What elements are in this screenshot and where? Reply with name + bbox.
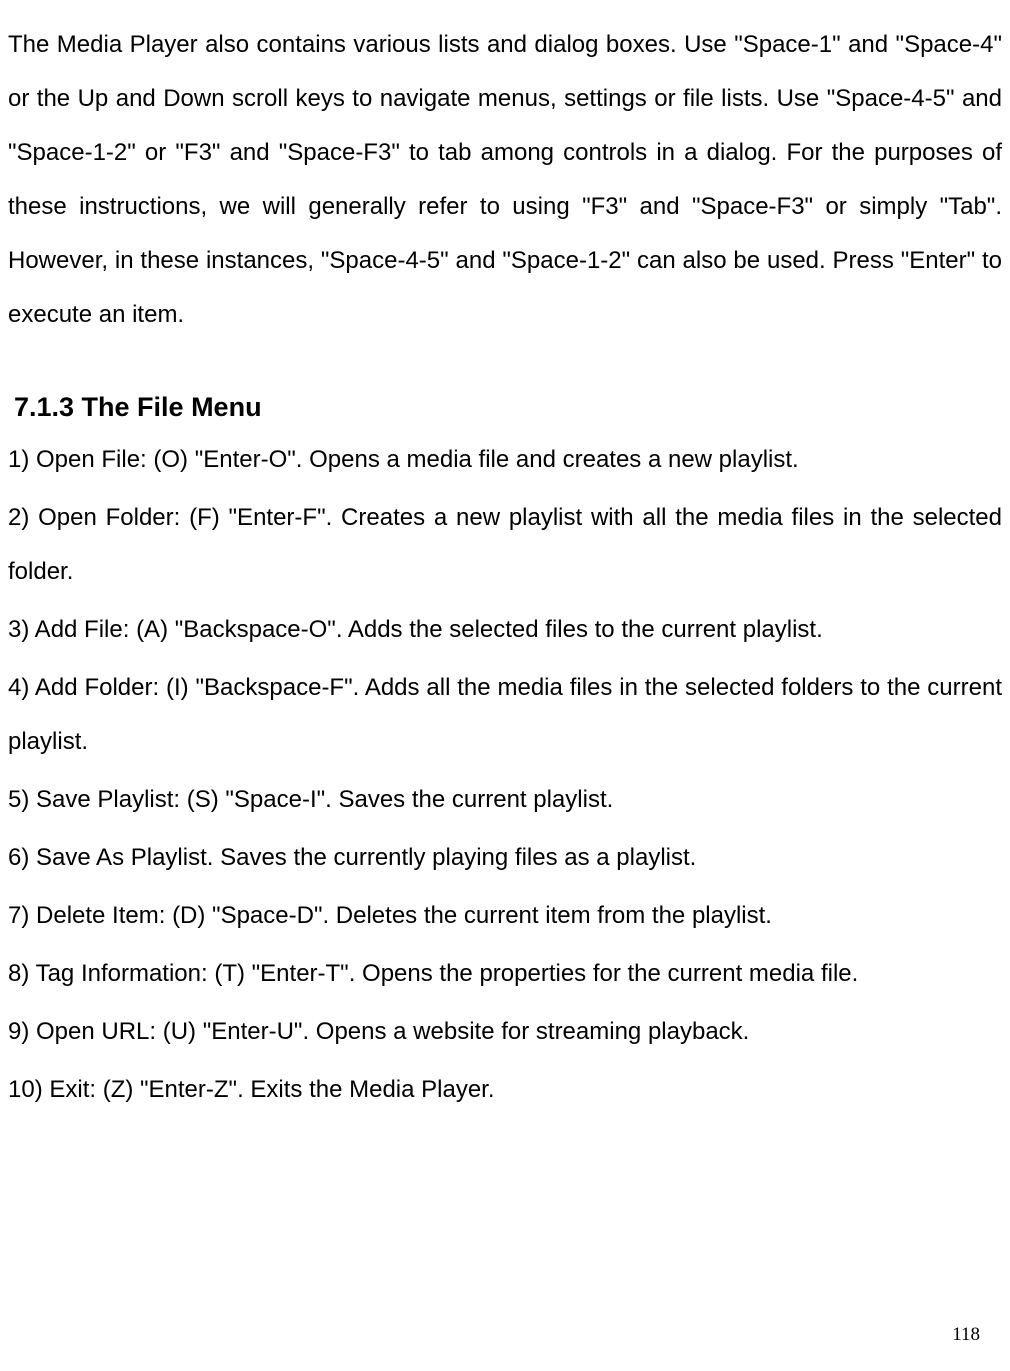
file-menu-item-2: 2) Open Folder: (F) "Enter-F". Creates a…: [8, 491, 1002, 599]
file-menu-item-6: 6) Save As Playlist. Saves the currently…: [8, 831, 1002, 885]
file-menu-item-1: 1) Open File: (O) "Enter-O". Opens a med…: [8, 433, 1002, 487]
file-menu-item-8: 8) Tag Information: (T) "Enter-T". Opens…: [8, 947, 1002, 1001]
file-menu-item-3: 3) Add File: (A) "Backspace-O". Adds the…: [8, 603, 1002, 657]
file-menu-item-9: 9) Open URL: (U) "Enter-U". Opens a webs…: [8, 1005, 1002, 1059]
section-heading: 7.1.3 The File Menu: [8, 392, 1002, 423]
file-menu-item-7: 7) Delete Item: (D) "Space-D". Deletes t…: [8, 889, 1002, 943]
file-menu-item-5: 5) Save Playlist: (S) "Space-I". Saves t…: [8, 773, 1002, 827]
page-number: 118: [952, 1324, 980, 1346]
file-menu-item-4: 4) Add Folder: (I) "Backspace-F". Adds a…: [8, 661, 1002, 769]
file-menu-item-10: 10) Exit: (Z) "Enter-Z". Exits the Media…: [8, 1063, 1002, 1117]
intro-paragraph: The Media Player also contains various l…: [8, 18, 1002, 342]
